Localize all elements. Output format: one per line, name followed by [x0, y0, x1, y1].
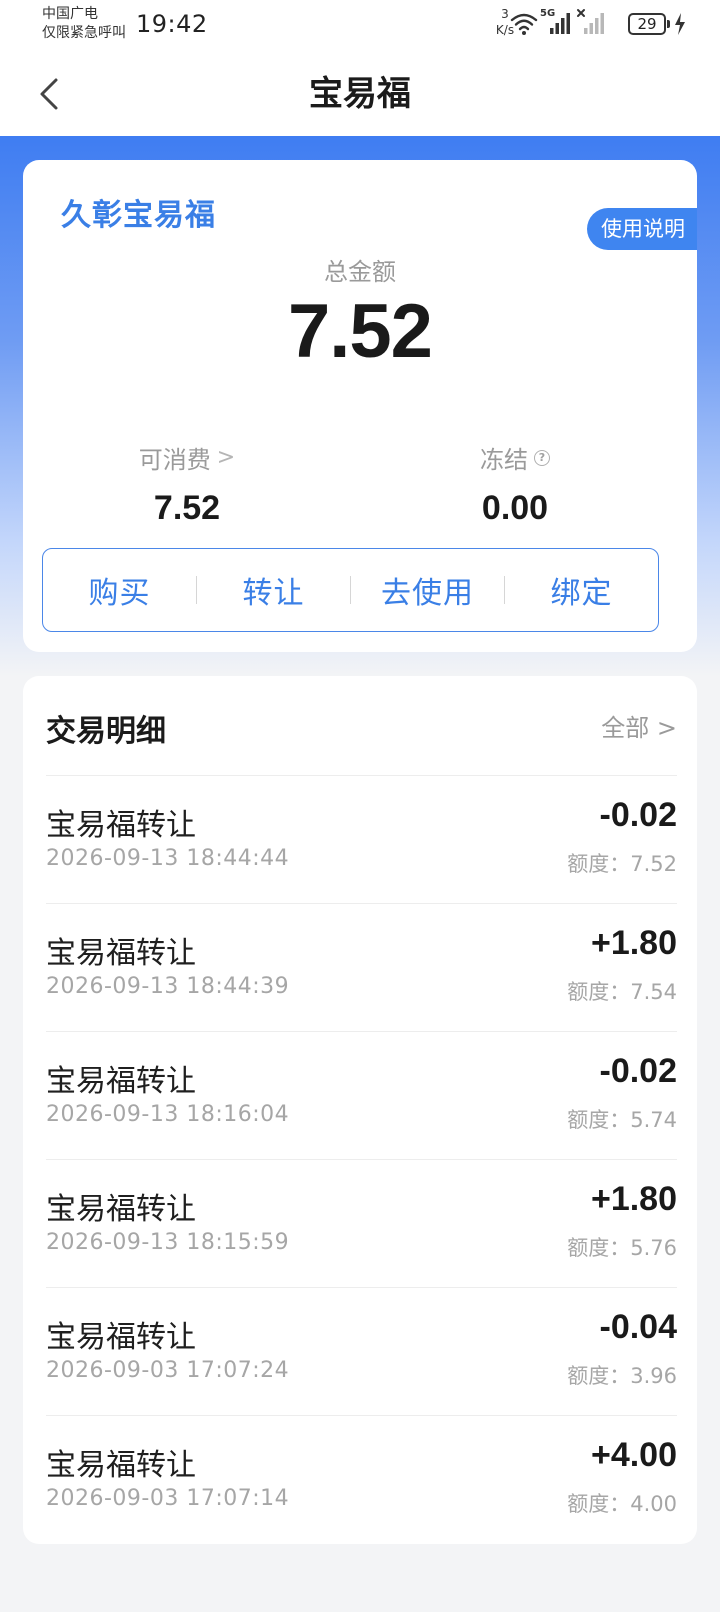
view-all-link[interactable]: 全部 > [601, 708, 677, 743]
transaction-balance: 额度：7.52 [567, 852, 677, 876]
transactions-title: 交易明细 [46, 714, 166, 749]
available-value: 7.52 [153, 489, 221, 527]
transaction-row[interactable]: 宝易福转让 2026-09-03 17:07:14 +4.00 额度：4.00 [46, 1416, 677, 1544]
chevron-right-icon: > [216, 445, 236, 470]
transaction-time: 2026-09-03 17:07:14 [46, 1486, 290, 1511]
transaction-name: 宝易福转让 [46, 1064, 196, 1099]
bind-button[interactable]: 绑定 [505, 568, 658, 612]
transaction-balance: 额度：3.96 [567, 1364, 677, 1388]
transaction-row[interactable]: 宝易福转让 2026-09-13 18:44:44 -0.02 额度：7.52 [46, 776, 677, 904]
total-label: 总金额 [324, 258, 396, 286]
transaction-row[interactable]: 宝易福转让 2026-09-13 18:15:59 +1.80 额度：5.76 [46, 1160, 677, 1288]
transaction-name: 宝易福转让 [46, 1320, 196, 1355]
available-label-row: 可消费 > [139, 440, 235, 475]
transaction-time: 2026-09-13 18:44:44 [46, 846, 290, 871]
frozen-block: 冻结 ? 0.00 [365, 440, 665, 528]
use-button[interactable]: 去使用 [351, 568, 504, 612]
brand-title: 久彰宝易福 [61, 198, 216, 233]
transaction-amount: +1.80 [590, 1180, 677, 1218]
transaction-amount: +1.80 [590, 924, 677, 962]
battery-tip [667, 20, 670, 28]
transaction-balance: 额度：4.00 [567, 1492, 677, 1516]
status-bar: 中国广电 仅限紧急呼叫 19:42 3 K/s 5G 29 [0, 0, 720, 52]
page: 中国广电 仅限紧急呼叫 19:42 3 K/s 5G 29 宝易福 久彰宝易福 … [0, 0, 720, 1612]
status-time: 19:42 [136, 10, 208, 38]
wifi-icon [510, 13, 538, 35]
transaction-amount: -0.04 [599, 1308, 678, 1346]
page-title: 宝易福 [309, 74, 411, 114]
charging-icon [675, 13, 685, 35]
available-label: 可消费 [138, 446, 211, 474]
frozen-value: 0.00 [481, 489, 549, 527]
transaction-amount: +4.00 [590, 1436, 677, 1474]
signal-no-service-icon [577, 9, 604, 34]
transaction-balance: 额度：5.76 [567, 1236, 677, 1260]
transactions-header: 交易明细 全部 > [46, 676, 677, 776]
frozen-label-row: 冻结 ? [480, 440, 550, 475]
transaction-time: 2026-09-13 18:15:59 [46, 1230, 290, 1255]
carrier-status: 仅限紧急呼叫 [42, 25, 126, 41]
transaction-time: 2026-09-13 18:44:39 [46, 974, 290, 999]
transactions-list: 宝易福转让 2026-09-13 18:44:44 -0.02 额度：7.52 … [46, 776, 677, 1544]
total-amount: 7.52 [288, 289, 433, 374]
transaction-name: 宝易福转让 [46, 1448, 196, 1483]
transaction-balance: 额度：5.74 [567, 1108, 677, 1132]
available-block[interactable]: 可消费 > 7.52 [37, 440, 337, 528]
transaction-row[interactable]: 宝易福转让 2026-09-03 17:07:24 -0.04 额度：3.96 [46, 1288, 677, 1416]
transaction-time: 2026-09-13 18:16:04 [46, 1102, 290, 1127]
transaction-row[interactable]: 宝易福转让 2026-09-13 18:16:04 -0.02 额度：5.74 [46, 1032, 677, 1160]
transaction-amount: -0.02 [599, 796, 678, 834]
carrier-info: 中国广电 仅限紧急呼叫 [42, 5, 126, 43]
frozen-label: 冻结 [480, 446, 528, 474]
back-icon[interactable] [30, 70, 70, 118]
transaction-balance: 额度：7.54 [567, 980, 677, 1004]
carrier-name: 中国广电 [42, 6, 98, 22]
buy-button[interactable]: 购买 [43, 568, 196, 612]
nav-bar: 宝易福 [0, 52, 720, 136]
summary-card: 久彰宝易福 使用说明 总金额 7.52 可消费 > 7.52 冻结 ? 0.00… [23, 160, 697, 652]
transaction-name: 宝易福转让 [46, 1192, 196, 1227]
transaction-time: 2026-09-03 17:07:24 [46, 1358, 290, 1383]
actions-bar: 购买 转让 去使用 绑定 [42, 548, 659, 632]
transfer-button[interactable]: 转让 [197, 568, 350, 612]
battery-icon: 29 [628, 13, 666, 35]
transaction-amount: -0.02 [599, 1052, 678, 1090]
instructions-button[interactable]: 使用说明 [587, 208, 697, 250]
transactions-card: 交易明细 全部 > 宝易福转让 2026-09-13 18:44:44 -0.0… [23, 676, 697, 1544]
transaction-row[interactable]: 宝易福转让 2026-09-13 18:44:39 +1.80 额度：7.54 [46, 904, 677, 1032]
transaction-name: 宝易福转让 [46, 808, 196, 843]
help-icon[interactable]: ? [534, 449, 550, 466]
transaction-name: 宝易福转让 [46, 936, 196, 971]
